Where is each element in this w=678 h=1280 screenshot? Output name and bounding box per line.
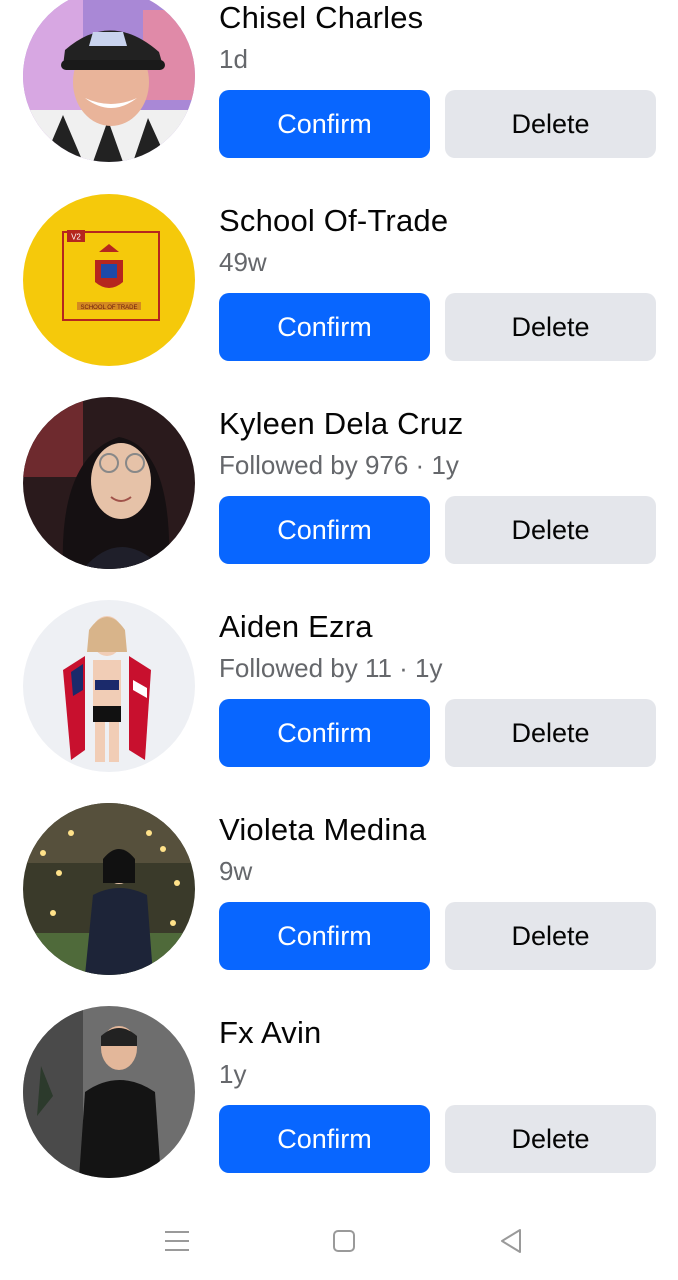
- request-meta: 1y: [219, 1059, 247, 1089]
- avatar[interactable]: V2 SCHOOL OF TRADE: [23, 194, 195, 366]
- avatar[interactable]: [23, 1006, 195, 1178]
- request-meta: Followed by 976 · 1y: [219, 450, 459, 480]
- delete-button[interactable]: Delete: [445, 699, 656, 767]
- avatar[interactable]: [23, 397, 195, 569]
- requester-name[interactable]: Aiden Ezra: [219, 609, 373, 645]
- confirm-button[interactable]: Confirm: [219, 90, 430, 158]
- avatar[interactable]: [23, 600, 195, 772]
- friend-request-item: Kyleen Dela Cruz Followed by 976 · 1y Co…: [0, 397, 678, 609]
- confirm-button[interactable]: Confirm: [219, 496, 430, 564]
- delete-button[interactable]: Delete: [445, 90, 656, 158]
- system-navigation-bar: [0, 1200, 678, 1280]
- delete-button[interactable]: Delete: [445, 902, 656, 970]
- delete-button[interactable]: Delete: [445, 293, 656, 361]
- delete-button[interactable]: Delete: [445, 1105, 656, 1173]
- requester-name[interactable]: Chisel Charles: [219, 0, 423, 36]
- home-square-icon: [333, 1230, 355, 1252]
- delete-button[interactable]: Delete: [445, 496, 656, 564]
- request-meta: 49w: [219, 247, 267, 277]
- friend-request-item: Chisel Charles 1d Confirm Delete: [0, 0, 678, 203]
- profile-photo-aiden-ezra: [23, 600, 195, 772]
- requester-name[interactable]: Fx Avin: [219, 1015, 321, 1051]
- profile-photo-violeta-medina: [23, 803, 195, 975]
- back-button[interactable]: [491, 1224, 531, 1258]
- request-meta: 9w: [219, 856, 253, 886]
- requester-name[interactable]: Kyleen Dela Cruz: [219, 406, 463, 442]
- avatar[interactable]: [23, 0, 195, 162]
- confirm-button[interactable]: Confirm: [219, 293, 430, 361]
- profile-photo-kyleen-dela-cruz: [23, 397, 195, 569]
- profile-photo-school-of-trade: V2 SCHOOL OF TRADE: [23, 194, 195, 366]
- home-button[interactable]: [324, 1224, 364, 1258]
- request-meta: Followed by 11 · 1y: [219, 653, 443, 683]
- avatar[interactable]: [23, 803, 195, 975]
- menu-button[interactable]: [157, 1224, 197, 1258]
- confirm-button[interactable]: Confirm: [219, 902, 430, 970]
- profile-photo-chisel-charles: [23, 0, 195, 162]
- svg-text:SCHOOL OF TRADE: SCHOOL OF TRADE: [80, 305, 137, 311]
- friend-request-item: Violeta Medina 9w Confirm Delete: [0, 803, 678, 1015]
- svg-text:V2: V2: [71, 233, 81, 242]
- profile-photo-fx-avin: [23, 1006, 195, 1178]
- requester-name[interactable]: Violeta Medina: [219, 812, 426, 848]
- menu-icon: [165, 1231, 189, 1251]
- back-triangle-icon: [501, 1229, 521, 1253]
- friend-request-item: V2 SCHOOL OF TRADE School Of-Trade 49w C…: [0, 194, 678, 406]
- friend-request-item: Fx Avin 1y Confirm Delete: [0, 1006, 678, 1218]
- confirm-button[interactable]: Confirm: [219, 1105, 430, 1173]
- requester-name[interactable]: School Of-Trade: [219, 203, 448, 239]
- friend-request-item: Aiden Ezra Followed by 11 · 1y Confirm D…: [0, 600, 678, 812]
- confirm-button[interactable]: Confirm: [219, 699, 430, 767]
- request-meta: 1d: [219, 44, 248, 74]
